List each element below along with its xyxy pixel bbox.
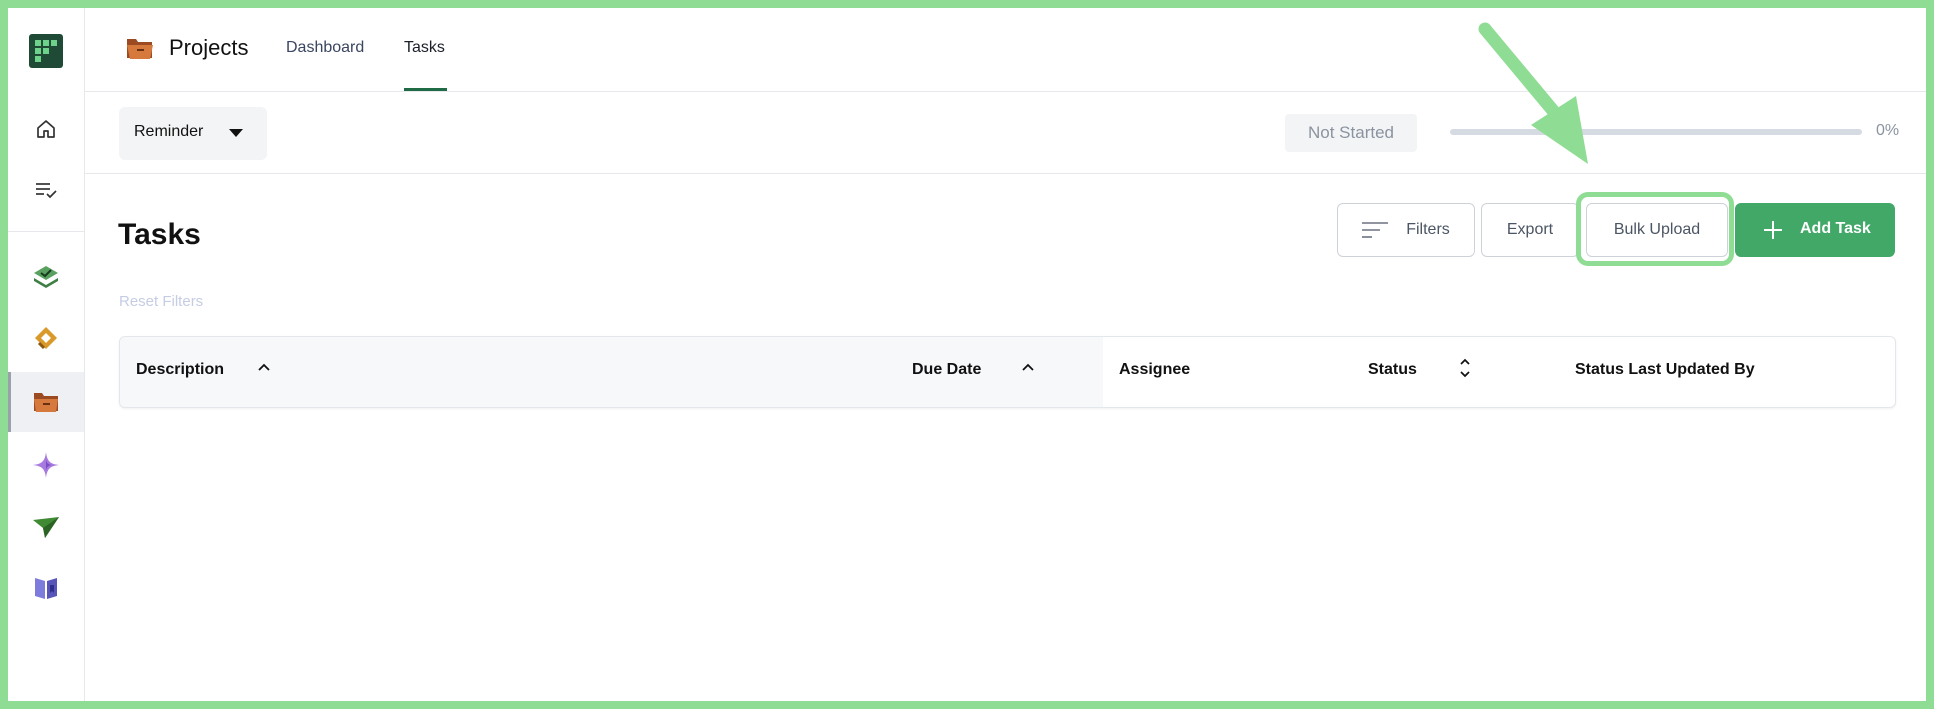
reminder-bar: Reminder Not Started 0% xyxy=(85,92,1926,174)
add-task-button[interactable]: Add Task xyxy=(1735,203,1895,257)
filters-label: Filters xyxy=(1406,221,1450,238)
book-icon[interactable] xyxy=(30,572,62,604)
add-task-label: Add Task xyxy=(1800,220,1871,237)
tasks-table: Description Due Date Assignee Status Sta… xyxy=(119,336,1896,408)
progress-bar xyxy=(1450,129,1862,135)
tab-tasks[interactable]: Tasks xyxy=(404,39,445,57)
page-title-projects: Projects xyxy=(169,35,249,60)
reset-filters-link[interactable]: Reset Filters xyxy=(119,293,203,310)
list-check-icon[interactable] xyxy=(30,174,62,206)
progress-percent: 0% xyxy=(1876,122,1900,139)
paper-plane-icon[interactable] xyxy=(30,511,62,543)
status-badge: Not Started xyxy=(1285,114,1417,152)
app-frame: Projects Dashboard Tasks Reminder Not St… xyxy=(8,8,1926,701)
home-icon[interactable] xyxy=(30,113,62,145)
column-header-status-last-updated-by[interactable]: Status Last Updated By xyxy=(1575,361,1755,379)
sidebar xyxy=(8,8,85,701)
annotation-highlight-box xyxy=(1576,192,1734,266)
active-tab-indicator xyxy=(404,88,447,91)
column-header-due-date[interactable]: Due Date xyxy=(912,361,981,379)
plus-icon xyxy=(1764,221,1782,239)
caret-down-icon xyxy=(229,129,243,137)
column-header-assignee[interactable]: Assignee xyxy=(1119,361,1190,379)
app-logo[interactable] xyxy=(29,34,63,68)
folder-icon[interactable] xyxy=(30,386,62,418)
filter-lines-icon xyxy=(1362,222,1388,238)
sort-both-icon[interactable] xyxy=(1457,355,1473,386)
folder-icon xyxy=(125,36,155,67)
filters-button[interactable]: Filters xyxy=(1337,203,1475,257)
sidebar-divider xyxy=(8,231,84,232)
top-bar: Projects Dashboard Tasks xyxy=(85,8,1926,92)
column-header-description[interactable]: Description xyxy=(136,361,224,379)
export-button[interactable]: Export xyxy=(1481,203,1579,257)
tab-dashboard[interactable]: Dashboard xyxy=(286,39,364,57)
layers-check-icon[interactable] xyxy=(30,261,62,293)
link-icon[interactable] xyxy=(30,322,62,354)
reminder-label: Reminder xyxy=(134,123,204,140)
sidebar-active-indicator xyxy=(8,372,11,432)
sparkle-icon[interactable] xyxy=(30,449,62,481)
column-header-status[interactable]: Status xyxy=(1368,361,1417,379)
section-title: Tasks xyxy=(118,218,201,251)
sort-asc-icon[interactable] xyxy=(1020,359,1036,380)
sort-asc-icon[interactable] xyxy=(256,359,272,380)
reminder-dropdown[interactable]: Reminder xyxy=(119,107,267,160)
